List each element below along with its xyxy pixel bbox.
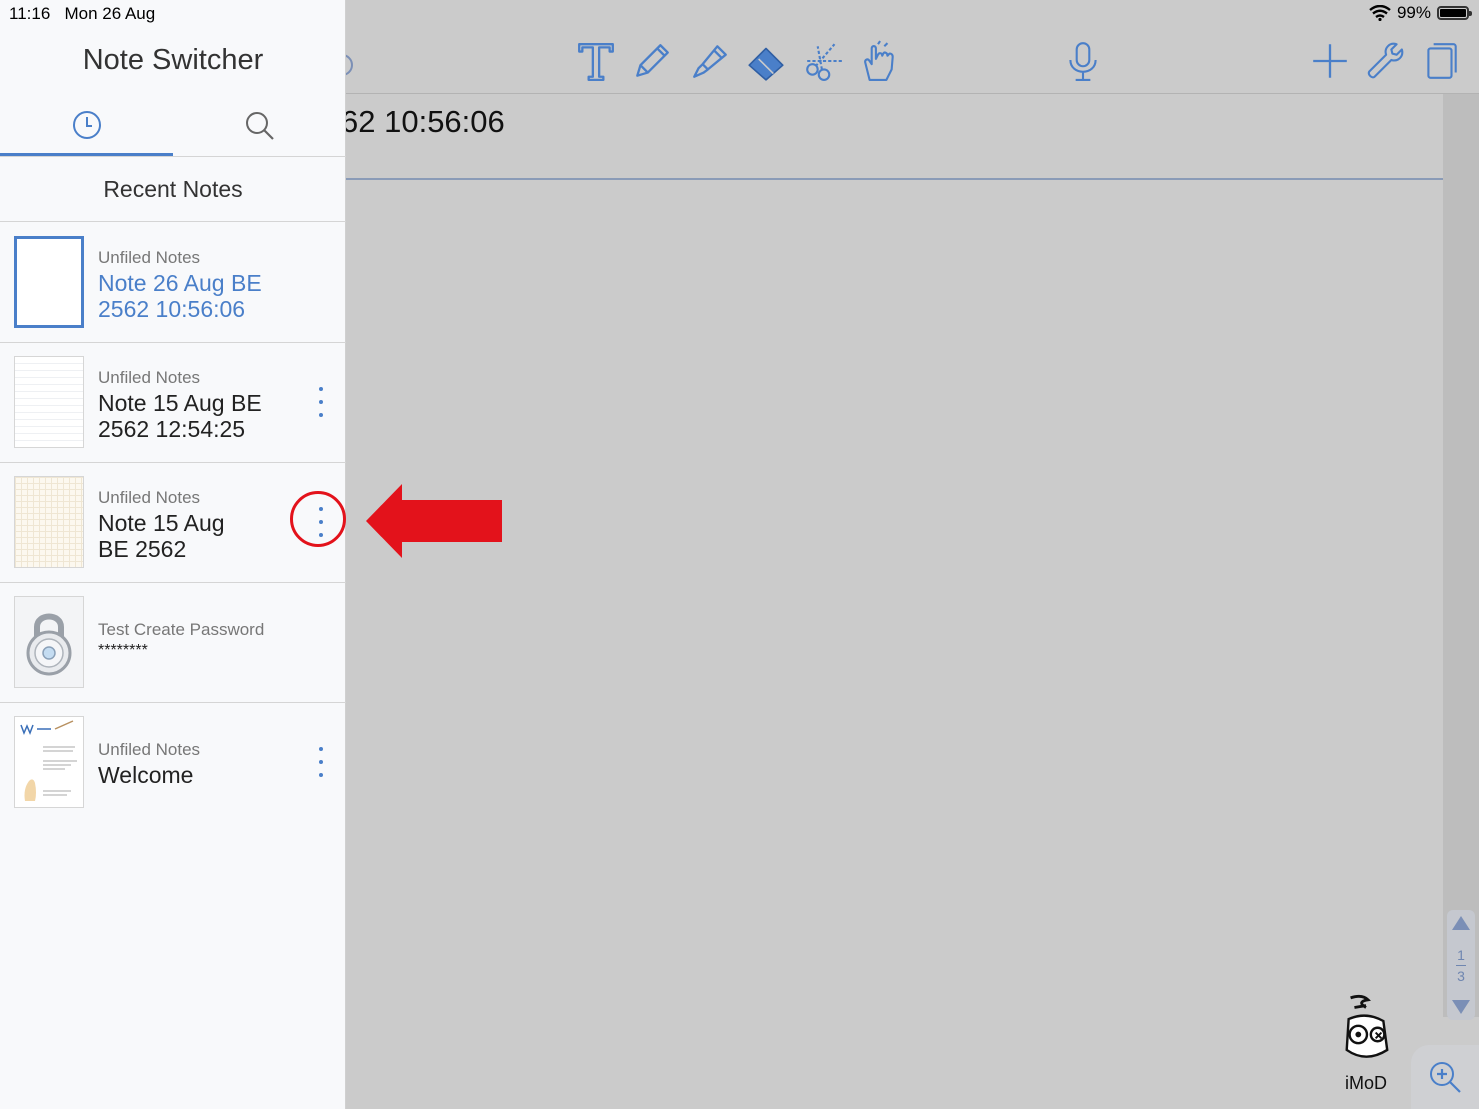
note-folder: Unfiled Notes [98,488,201,507]
watermark-logo-icon [1345,994,1389,1058]
text-tool-icon[interactable] [574,38,618,84]
pages-icon[interactable] [1419,38,1463,84]
note-thumbnail [14,476,84,568]
note-folder: Test Create Password [98,620,265,639]
note-folder: Unfiled Notes [98,248,201,267]
note-title: Welcome [98,762,194,788]
wrench-icon[interactable] [1362,38,1406,84]
page-up-icon[interactable] [1452,916,1470,930]
note-title: Note 15 Aug BE 2562 12:54:25 [98,390,262,442]
status-right: 99% [1369,3,1472,23]
add-icon[interactable] [1308,38,1352,84]
page-down-icon[interactable] [1452,1000,1470,1014]
note-title: ******** [98,642,148,659]
recent-notes-header: Recent Notes [0,157,346,222]
highlight-circle [290,491,346,547]
red-arrow-icon [366,484,502,558]
highlighter-icon[interactable] [688,38,732,84]
note-title: Note 15 Aug BE 2562 [98,510,225,562]
page-indicator[interactable]: 13 [1447,910,1475,1020]
eraser-icon[interactable] [744,38,788,84]
editor-toolbar [341,0,1479,94]
note-editor: 62 10:56:06 13 iMoD [341,0,1479,1109]
microphone-icon[interactable] [1061,38,1105,84]
note-folder: Unfiled Notes [98,740,201,759]
note-item[interactable]: Test Create Password ******** [0,582,346,703]
current-page: 1 [1457,946,1465,963]
note-title[interactable]: 62 10:56:06 [341,104,505,140]
status-time: 11:16 Mon 26 Aug [9,4,156,23]
scissors-icon[interactable] [802,38,846,84]
pointer-hand-icon[interactable] [856,38,900,84]
zoom-in-icon [1430,1062,1461,1093]
panel-title: Note Switcher [82,44,264,76]
clock-icon [72,110,101,139]
padlock-icon [26,613,72,676]
note-item[interactable]: Unfiled Notes Note 15 Aug BE 2562 12:54:… [0,342,346,463]
note-title: Note 26 Aug BE 2562 10:56:06 [98,270,262,322]
note-thumbnail [14,236,84,328]
wifi-icon [1369,5,1391,21]
battery-percent: 99% [1396,3,1431,22]
tab-recent[interactable] [0,96,173,156]
note-item[interactable]: Unfiled Notes Welcome [0,702,346,822]
watermark-text: iMoD [1344,1073,1387,1093]
note-thumbnail [14,356,84,448]
imod-watermark: iMoD [1336,994,1396,1094]
battery-icon [1437,6,1472,20]
note-item[interactable]: Unfiled Notes Note 26 Aug BE 2562 10:56:… [0,222,346,343]
pencil-icon[interactable] [630,38,674,84]
note-folder: Unfiled Notes [98,368,201,387]
note-title-bar: 62 10:56:06 [341,94,1443,180]
note-thumbnail [14,716,84,808]
note-switcher-panel: Note Switcher Recent Notes Unfiled Notes… [0,0,346,1109]
more-options-icon[interactable] [314,387,328,417]
welcome-thumbnail-icon [20,720,77,801]
tab-search[interactable] [173,96,346,156]
note-thumbnail [14,596,84,688]
more-options-icon[interactable] [314,747,328,777]
switcher-tabs [0,96,346,157]
total-pages: 3 [1457,967,1465,984]
search-icon [245,112,274,140]
zoom-button[interactable] [1411,1045,1479,1109]
page-scroll-track[interactable] [1443,94,1479,1017]
